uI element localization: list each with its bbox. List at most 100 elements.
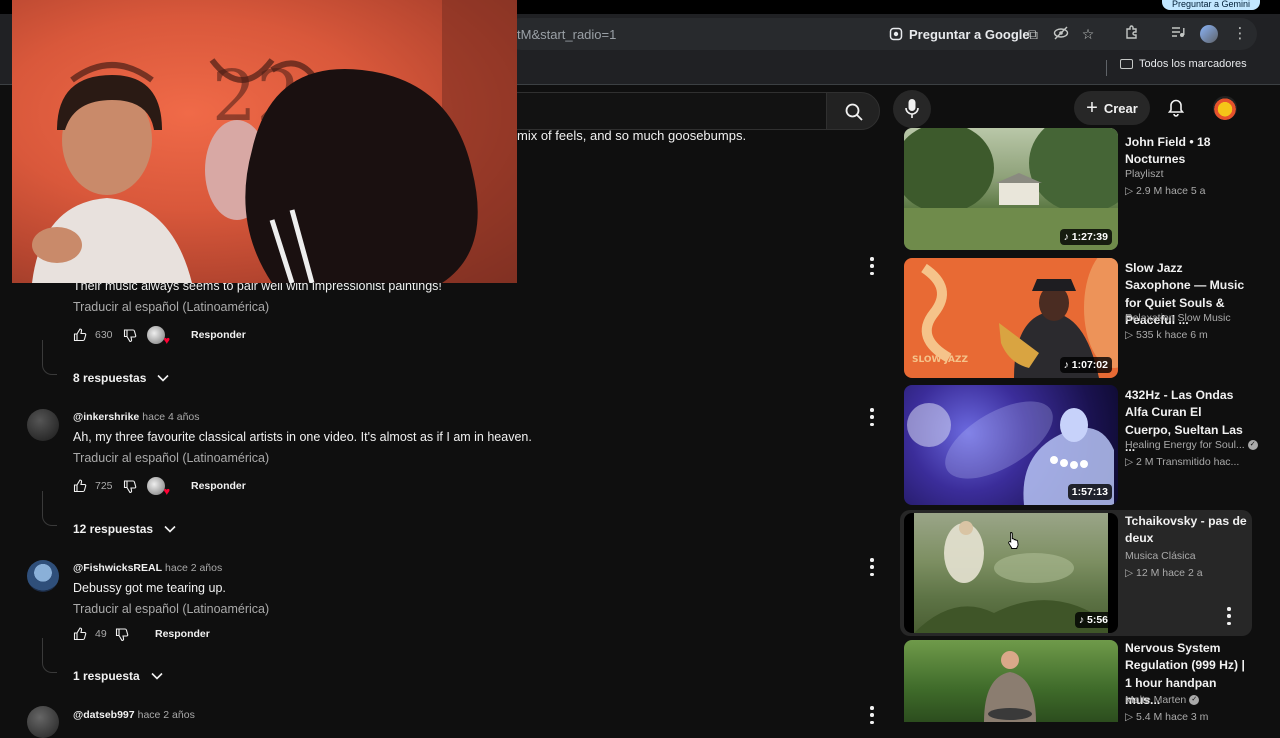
- create-button[interactable]: + Crear: [1074, 91, 1150, 125]
- translate-link[interactable]: Traducir al español (Latinoamérica): [73, 451, 269, 465]
- translate-link[interactable]: Traducir al español (Latinoamérica): [73, 300, 269, 314]
- replies-count-label: 8 respuestas: [73, 371, 147, 385]
- search-input[interactable]: [500, 92, 827, 130]
- creator-heart-avatar: ♥: [147, 326, 170, 347]
- video-thumbnail[interactable]: 1:57:13: [904, 385, 1118, 505]
- commenter-avatar[interactable]: [27, 409, 59, 441]
- voice-search-button[interactable]: [893, 90, 931, 128]
- commenter-avatar[interactable]: [27, 706, 59, 738]
- video-menu-icon[interactable]: [1226, 607, 1232, 625]
- bookmark-star-icon[interactable]: ☆: [1079, 25, 1097, 43]
- replies-count-label: 12 respuestas: [73, 522, 154, 536]
- comment-age[interactable]: hace 2 años: [138, 709, 195, 721]
- related-video-item-hovered[interactable]: ♪ 5:56 Tchaikovsky - pas de deux Musica …: [900, 510, 1252, 636]
- related-video-item[interactable]: ♪ 1:27:39 John Field • 18 Nocturnes Play…: [900, 128, 1252, 254]
- reply-button[interactable]: Responder: [191, 480, 246, 492]
- video-duration: ♪ 1:27:39: [1059, 229, 1112, 245]
- thread-connector: [42, 340, 57, 375]
- account-avatar[interactable]: [1213, 96, 1237, 120]
- chevron-down-icon: [157, 374, 169, 382]
- replies-toggle[interactable]: 1 respuesta: [73, 669, 164, 683]
- create-label: Crear: [1103, 100, 1138, 116]
- install-app-icon[interactable]: ⧉: [1024, 25, 1042, 43]
- extensions-icon[interactable]: [1122, 24, 1142, 44]
- channel-name[interactable]: Musica Clásica: [1125, 550, 1196, 562]
- video-duration: 1:57:13: [1067, 484, 1112, 500]
- hand-cursor-icon: [1008, 532, 1019, 549]
- channel-name-text: Healing Energy for Soul...: [1125, 439, 1245, 451]
- thumbs-up-icon[interactable]: [73, 328, 87, 342]
- search-icon: [845, 103, 863, 121]
- video-duration: ♪ 1:07:02: [1059, 357, 1112, 373]
- comment-author[interactable]: @FishwicksREAL: [73, 562, 162, 574]
- like-count: 725: [95, 480, 113, 492]
- plus-icon: +: [1086, 97, 1098, 119]
- ask-gemini-button[interactable]: Preguntar a Gemini: [1161, 0, 1260, 10]
- video-duration: ♪ 5:56: [1074, 612, 1112, 628]
- channel-name[interactable]: Playliszt: [1125, 168, 1164, 180]
- heart-icon: ♥: [163, 486, 170, 498]
- video-thumbnail[interactable]: SLOW JAZZ ♪ 1:07:02: [904, 258, 1118, 378]
- video-metadata: ▷ 5.4 M hace 3 m: [1125, 711, 1209, 723]
- profile-avatar[interactable]: [1200, 25, 1218, 43]
- url-text[interactable]: tM&start_radio=1: [517, 27, 616, 42]
- all-bookmarks-button[interactable]: Todos los marcadores: [1120, 58, 1247, 70]
- replies-toggle[interactable]: 12 respuestas: [73, 522, 177, 536]
- media-control-icon[interactable]: [1168, 24, 1188, 44]
- related-video-item[interactable]: Nervous System Regulation (999 Hz) | 1 h…: [900, 638, 1252, 723]
- webcam-scene: 22: [32, 0, 517, 283]
- reply-button[interactable]: Responder: [155, 628, 210, 640]
- channel-name[interactable]: Healing Energy for Soul... ✓: [1125, 439, 1258, 451]
- thumbs-up-icon[interactable]: [73, 627, 87, 641]
- google-lens-chip[interactable]: Preguntar a Google: [881, 22, 1038, 46]
- related-video-item[interactable]: SLOW JAZZ ♪ 1:07:02 Slow Jazz Saxophone …: [900, 256, 1252, 380]
- duration-text: 1:57:13: [1071, 486, 1108, 498]
- comment-menu-icon[interactable]: [869, 257, 875, 275]
- video-title[interactable]: John Field • 18 Nocturnes: [1125, 134, 1249, 169]
- channel-name-text: Malte Marten: [1125, 694, 1187, 706]
- thumbnail-photo: [984, 651, 1036, 722]
- comment-menu-icon[interactable]: [869, 408, 875, 426]
- reply-button[interactable]: Responder: [191, 329, 246, 341]
- comment-menu-icon[interactable]: [869, 558, 875, 576]
- video-title[interactable]: Tchaikovsky - pas de deux: [1125, 513, 1249, 548]
- related-video-item[interactable]: 1:57:13 432Hz - Las Ondas Alfa Curan El …: [900, 383, 1258, 507]
- duration-text: 1:07:02: [1071, 359, 1108, 371]
- like-count: 49: [95, 628, 107, 640]
- video-thumbnail[interactable]: ♪ 1:27:39: [904, 128, 1118, 250]
- channel-name[interactable]: Relaxation Slow Music: [1125, 312, 1231, 324]
- translate-link[interactable]: Traducir al español (Latinoamérica): [73, 602, 269, 616]
- video-metadata: ▷ 535 k hace 6 m: [1125, 329, 1208, 341]
- comment-actions: 630 ♥ Responder: [73, 326, 246, 347]
- all-bookmarks-label: Todos los marcadores: [1139, 58, 1247, 70]
- verified-badge-icon: ✓: [1247, 440, 1258, 451]
- comment-text: Debussy got me tearing up.: [73, 581, 226, 595]
- search-button[interactable]: [826, 92, 880, 130]
- comment-age[interactable]: hace 2 años: [165, 562, 222, 574]
- channel-name[interactable]: Malte Marten ✓: [1125, 694, 1200, 706]
- video-thumbnail[interactable]: [904, 640, 1118, 722]
- eye-off-icon[interactable]: [1052, 25, 1070, 43]
- video-metadata: ▷ 2 M Transmitido hac...: [1125, 456, 1240, 468]
- thumbs-down-icon[interactable]: [115, 627, 129, 641]
- chevron-down-icon: [164, 525, 176, 533]
- thumbs-down-icon[interactable]: [123, 328, 137, 342]
- thumbnail-caption: SLOW JAZZ: [912, 355, 968, 365]
- microphone-icon: [905, 99, 919, 118]
- thumbs-up-icon[interactable]: [73, 479, 87, 493]
- browser-menu-icon[interactable]: ⋮: [1230, 24, 1250, 44]
- duration-text: 5:56: [1086, 614, 1108, 626]
- comment-age[interactable]: hace 4 años: [142, 411, 199, 423]
- notifications-bell-icon[interactable]: [1166, 98, 1186, 118]
- duration-text: 1:27:39: [1071, 231, 1108, 243]
- comment-author[interactable]: @inkershrike: [73, 411, 139, 423]
- video-metadata: ▷ 12 M hace 2 a: [1125, 567, 1203, 579]
- comment-author[interactable]: @datseb997: [73, 709, 135, 721]
- commenter-avatar[interactable]: [27, 560, 59, 592]
- folder-icon: [1120, 59, 1133, 69]
- address-bar[interactable]: tM&start_radio=1 Preguntar a Google ⧉ ☆: [505, 18, 1257, 50]
- video-metadata: ▷ 2.9 M hace 5 a: [1125, 185, 1206, 197]
- replies-toggle[interactable]: 8 respuestas: [73, 371, 170, 385]
- comment-menu-icon[interactable]: [869, 706, 875, 724]
- thumbs-down-icon[interactable]: [123, 479, 137, 493]
